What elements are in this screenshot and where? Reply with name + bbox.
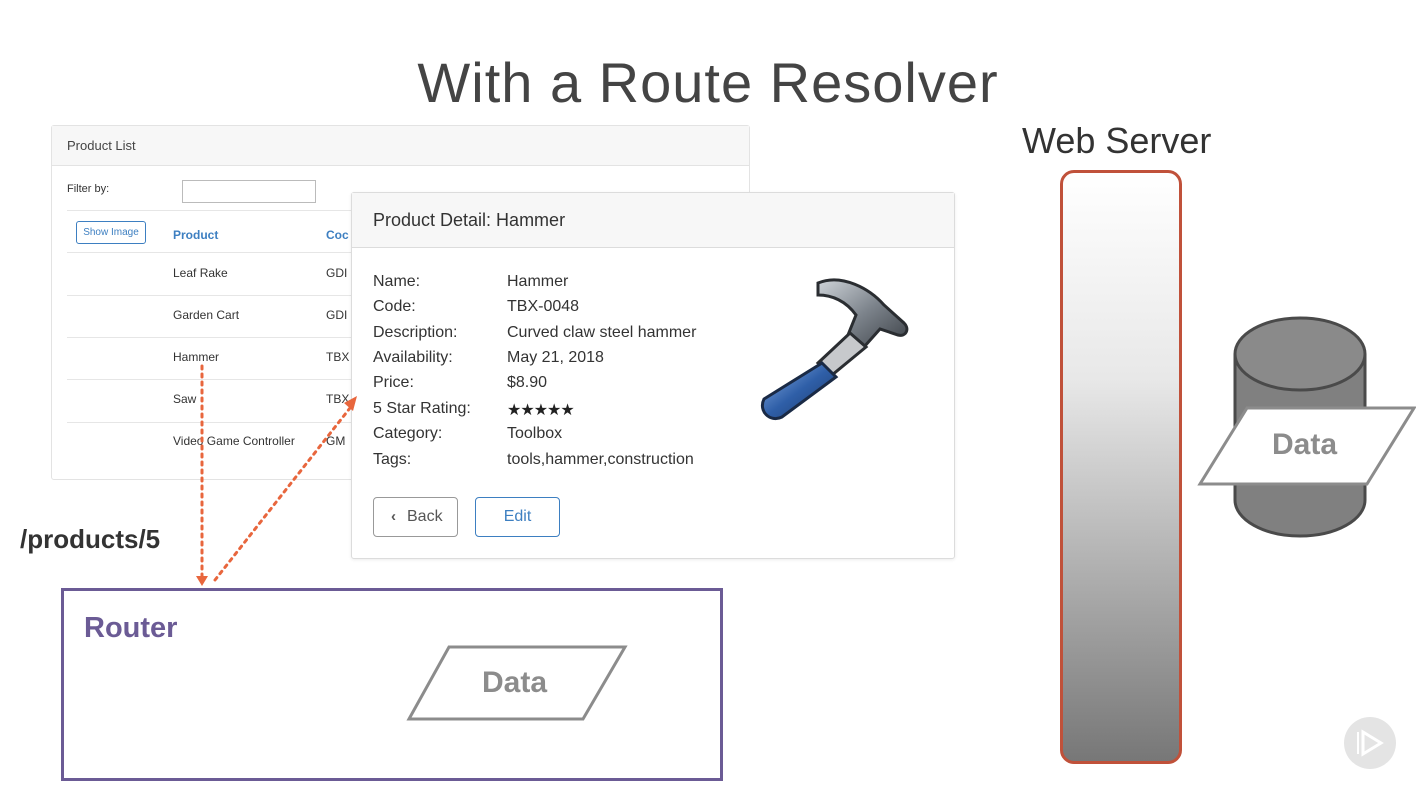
play-badge[interactable] [1344,717,1396,769]
web-server-bar [1060,170,1182,764]
database-data-label: Data [1272,428,1338,461]
web-server-label: Web Server [1022,120,1212,161]
play-icon [1357,729,1384,757]
router-data-label: Data [482,666,548,699]
route-arrow-down [196,364,208,586]
route-arrow-up [213,396,357,582]
router-label: Router [84,612,178,644]
